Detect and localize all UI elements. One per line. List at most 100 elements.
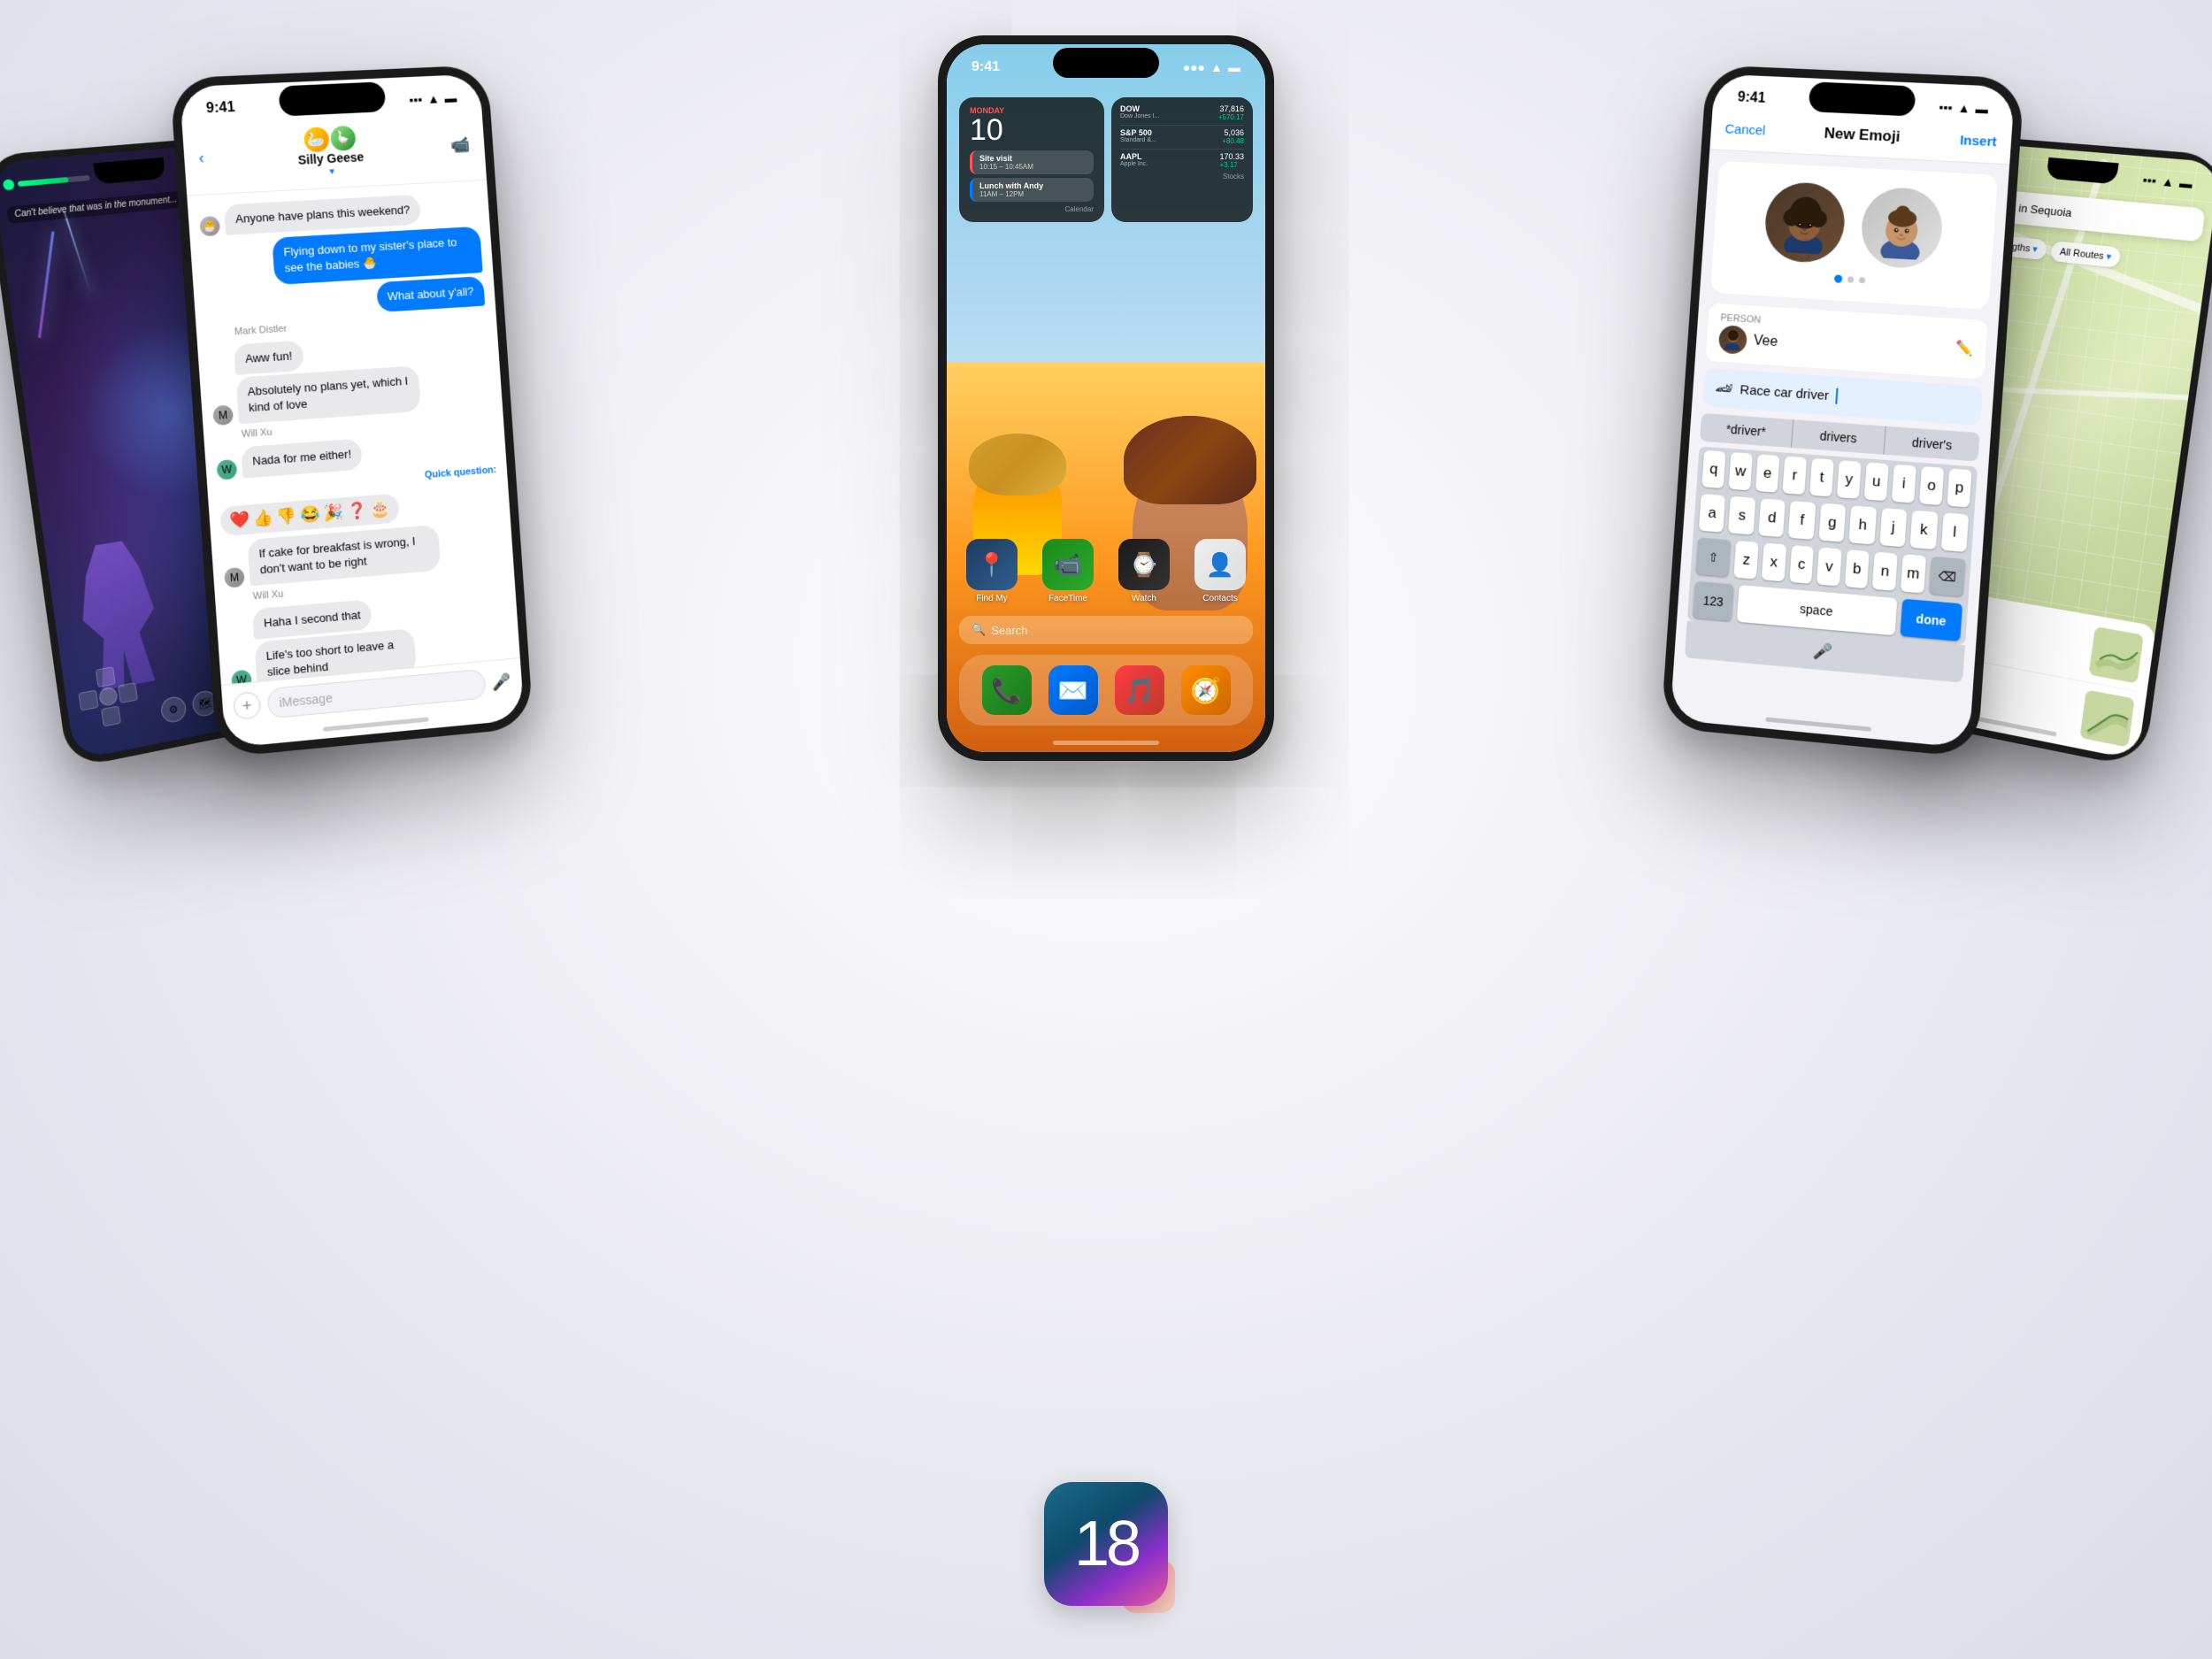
watch-label: Watch [1132, 594, 1156, 603]
emoji-main-avatar[interactable] [1763, 180, 1847, 264]
dpad-center[interactable] [98, 686, 119, 707]
key-123[interactable]: 123 [1693, 581, 1734, 621]
emoji-avatars [1763, 180, 1945, 270]
key-z[interactable]: z [1734, 541, 1759, 580]
key-i[interactable]: i [1892, 465, 1916, 503]
maps-status-icons: ▪▪▪ ▲ ▬ [2142, 173, 2193, 191]
person-avatar [1718, 325, 1748, 355]
key-a[interactable]: a [1699, 494, 1726, 533]
avatar-goose1: 🦢 [303, 127, 330, 152]
microphone-icon[interactable]: 🎤 [491, 672, 511, 692]
keyboard-mic-icon[interactable]: 🎤 [1809, 637, 1838, 666]
key-e[interactable]: e [1755, 454, 1780, 493]
key-done[interactable]: done [1900, 599, 1962, 641]
key-b[interactable]: b [1845, 549, 1870, 588]
insert-button[interactable]: Insert [1960, 133, 1998, 150]
wifi-icon-maps: ▲ [2161, 174, 2175, 189]
dock-phone-icon: 📞 [982, 665, 1032, 715]
chevron-down-icon-2: ▾ [2106, 250, 2112, 263]
dot-2 [1847, 276, 1853, 282]
tapback-cake[interactable]: 🎂 [370, 499, 391, 519]
tapback-question[interactable]: ❓ [347, 501, 368, 521]
logo-text: 18 [1074, 1512, 1138, 1576]
key-f[interactable]: f [1788, 501, 1816, 540]
key-t[interactable]: t [1809, 458, 1834, 497]
stocks-widget[interactable]: DOW Dow Jones I... 37,816 +570.17 S&P [1111, 97, 1253, 222]
add-attachment-button[interactable]: + [233, 691, 262, 720]
contacts-label: Contacts [1202, 594, 1237, 603]
event-title-1: Site visit [979, 154, 1087, 163]
tapback-wow[interactable]: 🎉 [323, 503, 344, 523]
stock-divider-1 [1120, 125, 1244, 126]
key-u[interactable]: u [1864, 462, 1889, 501]
avatar-svg-main [1772, 190, 1838, 255]
autocomplete-2[interactable]: drivers [1792, 419, 1886, 455]
group-sub: ▾ [329, 165, 334, 177]
key-g[interactable]: g [1818, 503, 1846, 542]
key-p[interactable]: p [1947, 468, 1971, 507]
app-watch[interactable]: ⌚ Watch [1111, 539, 1177, 603]
key-l[interactable]: l [1940, 512, 1969, 552]
emoji-screen: 9:41 ▪▪▪ ▲ ▬ Cancel New Emoji Insert [1670, 74, 2015, 749]
cancel-button[interactable]: Cancel [1724, 121, 1766, 138]
avatar-stack: 🦢 🪿 Silly Geese ▾ [296, 125, 365, 179]
key-h[interactable]: h [1849, 505, 1877, 544]
tapback-thumbsdown[interactable]: 👎 [276, 506, 297, 526]
calendar-widget[interactable]: MONDAY 10 Site visit 10:15 – 10:45AM Lun… [959, 97, 1104, 222]
dock: 📞 ✉️ 🎵 🧭 [959, 655, 1253, 726]
emoji-alt-avatar[interactable] [1859, 186, 1945, 270]
key-x[interactable]: x [1762, 543, 1786, 582]
key-shift[interactable]: ⇧ [1695, 537, 1731, 577]
app-facetime[interactable]: 📹 FaceTime [1035, 539, 1101, 603]
main-scene: Can't believe that was in the monument..… [0, 0, 2212, 1659]
key-j[interactable]: j [1879, 508, 1907, 547]
app-contacts[interactable]: 👤 Contacts [1187, 539, 1253, 603]
tapback-thumbsup[interactable]: 👍 [252, 508, 273, 528]
key-k[interactable]: k [1910, 511, 1939, 549]
phone-emoji: 9:41 ▪▪▪ ▲ ▬ Cancel New Emoji Insert [1661, 65, 2024, 757]
key-y[interactable]: y [1837, 460, 1862, 499]
key-q[interactable]: q [1701, 450, 1725, 488]
app-find-my[interactable]: 📍 Find My [959, 539, 1025, 603]
key-o[interactable]: o [1919, 466, 1944, 505]
key-m[interactable]: m [1901, 554, 1926, 593]
tapback-heart[interactable]: ❤️ [229, 510, 250, 530]
dpad-left[interactable] [78, 689, 98, 710]
dpad-down[interactable] [101, 705, 121, 726]
keyboard: q w e r t y u i o p a s d [1687, 446, 1978, 645]
back-button[interactable]: ‹ [198, 149, 205, 167]
dynamic-island-home [1053, 48, 1159, 78]
messages-content: 9:41 ▪▪▪ ▲ ▬ ‹ 🦢 🪿 [180, 74, 525, 749]
autocomplete-3[interactable]: driver's [1885, 426, 1980, 462]
dock-phone[interactable]: 📞 [982, 665, 1032, 715]
filter-routes-label: All Routes [2059, 246, 2104, 261]
dock-compass[interactable]: 🧭 [1181, 665, 1231, 715]
dot-3 [1858, 277, 1864, 283]
hud-icon-1[interactable]: ⚙ [159, 695, 188, 724]
search-bar[interactable]: 🔍 Search [959, 616, 1253, 644]
key-w[interactable]: w [1729, 452, 1753, 490]
dock-mail[interactable]: ✉️ [1048, 665, 1098, 715]
edit-icon[interactable]: ✏️ [1955, 339, 1974, 357]
video-call-button[interactable]: 📹 [450, 135, 471, 155]
dock-compass-icon: 🧭 [1181, 665, 1231, 715]
key-n[interactable]: n [1872, 552, 1898, 591]
dpad-right[interactable] [118, 682, 138, 703]
tapback-haha[interactable]: 😂 [300, 504, 321, 525]
battery-icon-home: ▬ [1228, 60, 1240, 74]
stock-divider-2 [1120, 149, 1244, 150]
race-icon: 🏎 [1715, 379, 1733, 397]
autocomplete-1[interactable]: *driver* [1700, 413, 1793, 448]
dpad-up[interactable] [96, 666, 116, 687]
key-s[interactable]: s [1728, 496, 1755, 535]
key-v[interactable]: v [1816, 548, 1841, 587]
key-c[interactable]: c [1789, 545, 1814, 584]
dock-music[interactable]: 🎵 [1115, 665, 1164, 715]
dpad-empty [75, 670, 96, 691]
dynamic-island-emoji [1809, 81, 1916, 116]
key-r[interactable]: r [1782, 457, 1807, 495]
key-delete[interactable]: ⌫ [1929, 557, 1966, 597]
message-text-6: Nada for me either! [252, 448, 352, 468]
key-d[interactable]: d [1758, 498, 1786, 537]
emoji-content: 9:41 ▪▪▪ ▲ ▬ Cancel New Emoji Insert [1670, 74, 2015, 749]
